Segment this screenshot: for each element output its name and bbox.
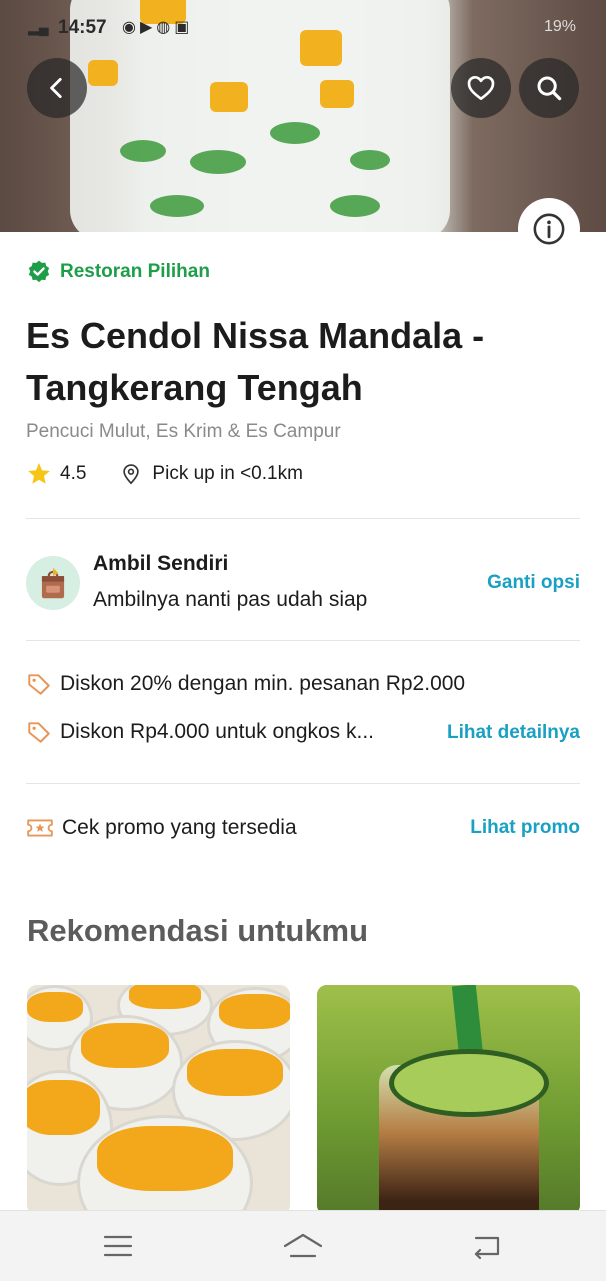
- verified-badge-icon: [28, 260, 50, 283]
- hero-mango: [88, 60, 118, 86]
- voucher-star-icon: [27, 819, 53, 837]
- divider: [26, 783, 580, 784]
- notification-icons: ◉▶◍▣: [122, 19, 194, 36]
- recommendations-title: Rekomendasi untukmu: [27, 913, 369, 948]
- restaurant-badge: Restoran Pilihan: [26, 259, 210, 285]
- search-button[interactable]: [519, 58, 579, 118]
- hero-cendol: [120, 140, 166, 162]
- menu-icon: [103, 1235, 133, 1257]
- pickup-bag-icon: [26, 556, 80, 610]
- star-icon: [28, 463, 50, 484]
- search-icon: [537, 76, 562, 101]
- see-promo-link[interactable]: Lihat promo: [470, 817, 580, 839]
- badge-label: Restoran Pilihan: [60, 261, 210, 282]
- home-icon: [283, 1233, 323, 1258]
- change-option-link[interactable]: Ganti opsi: [487, 572, 580, 594]
- promo-row: Cek promo yang tersedia: [26, 816, 297, 840]
- hero-cendol: [150, 195, 204, 217]
- discount-item: Diskon Rp4.000 untuk ongkos k...: [26, 719, 374, 745]
- discount-text: Diskon 20% dengan min. pesanan Rp2.000: [60, 672, 466, 695]
- restaurant-name: Es Cendol Nissa Mandala - Tangkerang Ten…: [26, 315, 485, 408]
- favorite-button[interactable]: [451, 58, 511, 118]
- divider: [26, 518, 580, 519]
- pickup-distance: Pick up in <0.1km: [152, 463, 303, 484]
- hero-mango: [320, 80, 354, 108]
- status-bar: ▂▄ 14:57 ◉▶◍▣ 19%: [0, 10, 606, 46]
- hero-cendol: [350, 150, 390, 170]
- restaurant-meta: 4.5 Pick up in <0.1km: [26, 461, 303, 487]
- return-icon: [474, 1236, 500, 1259]
- promo-label: Cek promo yang tersedia: [62, 816, 297, 839]
- recommendation-card[interactable]: [27, 985, 290, 1215]
- see-details-link[interactable]: Lihat detailnya: [447, 722, 580, 744]
- discount-item: Diskon 20% dengan min. pesanan Rp2.000: [26, 671, 465, 697]
- info-icon: [533, 213, 565, 245]
- hero-cendol: [190, 150, 246, 174]
- drink-avocado: [389, 1049, 549, 1117]
- discount-tag-icon: [28, 674, 50, 695]
- rating-value: 4.5: [60, 463, 87, 484]
- hero-cendol: [330, 195, 380, 217]
- home-button[interactable]: [283, 1229, 323, 1263]
- location-pin-icon: [123, 464, 140, 485]
- hero-mango: [210, 82, 248, 112]
- system-back-button[interactable]: [466, 1229, 506, 1263]
- signal-icon: ▂▄: [28, 19, 49, 35]
- chevron-left-icon: [50, 77, 62, 99]
- restaurant-cuisine: Pencuci Mulut, Es Krim & Es Campur: [26, 421, 341, 442]
- hero-cendol: [270, 122, 320, 144]
- discount-text: Diskon Rp4.000 untuk ongkos k...: [60, 720, 375, 743]
- status-time: 14:57: [58, 17, 107, 38]
- discount-tag-icon: [28, 722, 50, 743]
- delivery-option-title: Ambil Sendiri: [93, 552, 229, 575]
- restaurant-hero-image: ▂▄ 14:57 ◉▶◍▣ 19%: [0, 0, 606, 232]
- system-navigation-bar: [0, 1210, 606, 1281]
- heart-icon: [467, 76, 495, 100]
- recent-apps-button[interactable]: [98, 1229, 138, 1263]
- delivery-option-row: Ambil Sendiri Ambilnya nanti pas udah si…: [26, 550, 580, 620]
- info-button[interactable]: [518, 198, 580, 260]
- back-button[interactable]: [27, 58, 87, 118]
- battery-indicator: 19%: [543, 18, 576, 35]
- delivery-option-subtitle: Ambilnya nanti pas udah siap: [93, 588, 368, 611]
- divider: [26, 640, 580, 641]
- recommendation-card[interactable]: [317, 985, 580, 1215]
